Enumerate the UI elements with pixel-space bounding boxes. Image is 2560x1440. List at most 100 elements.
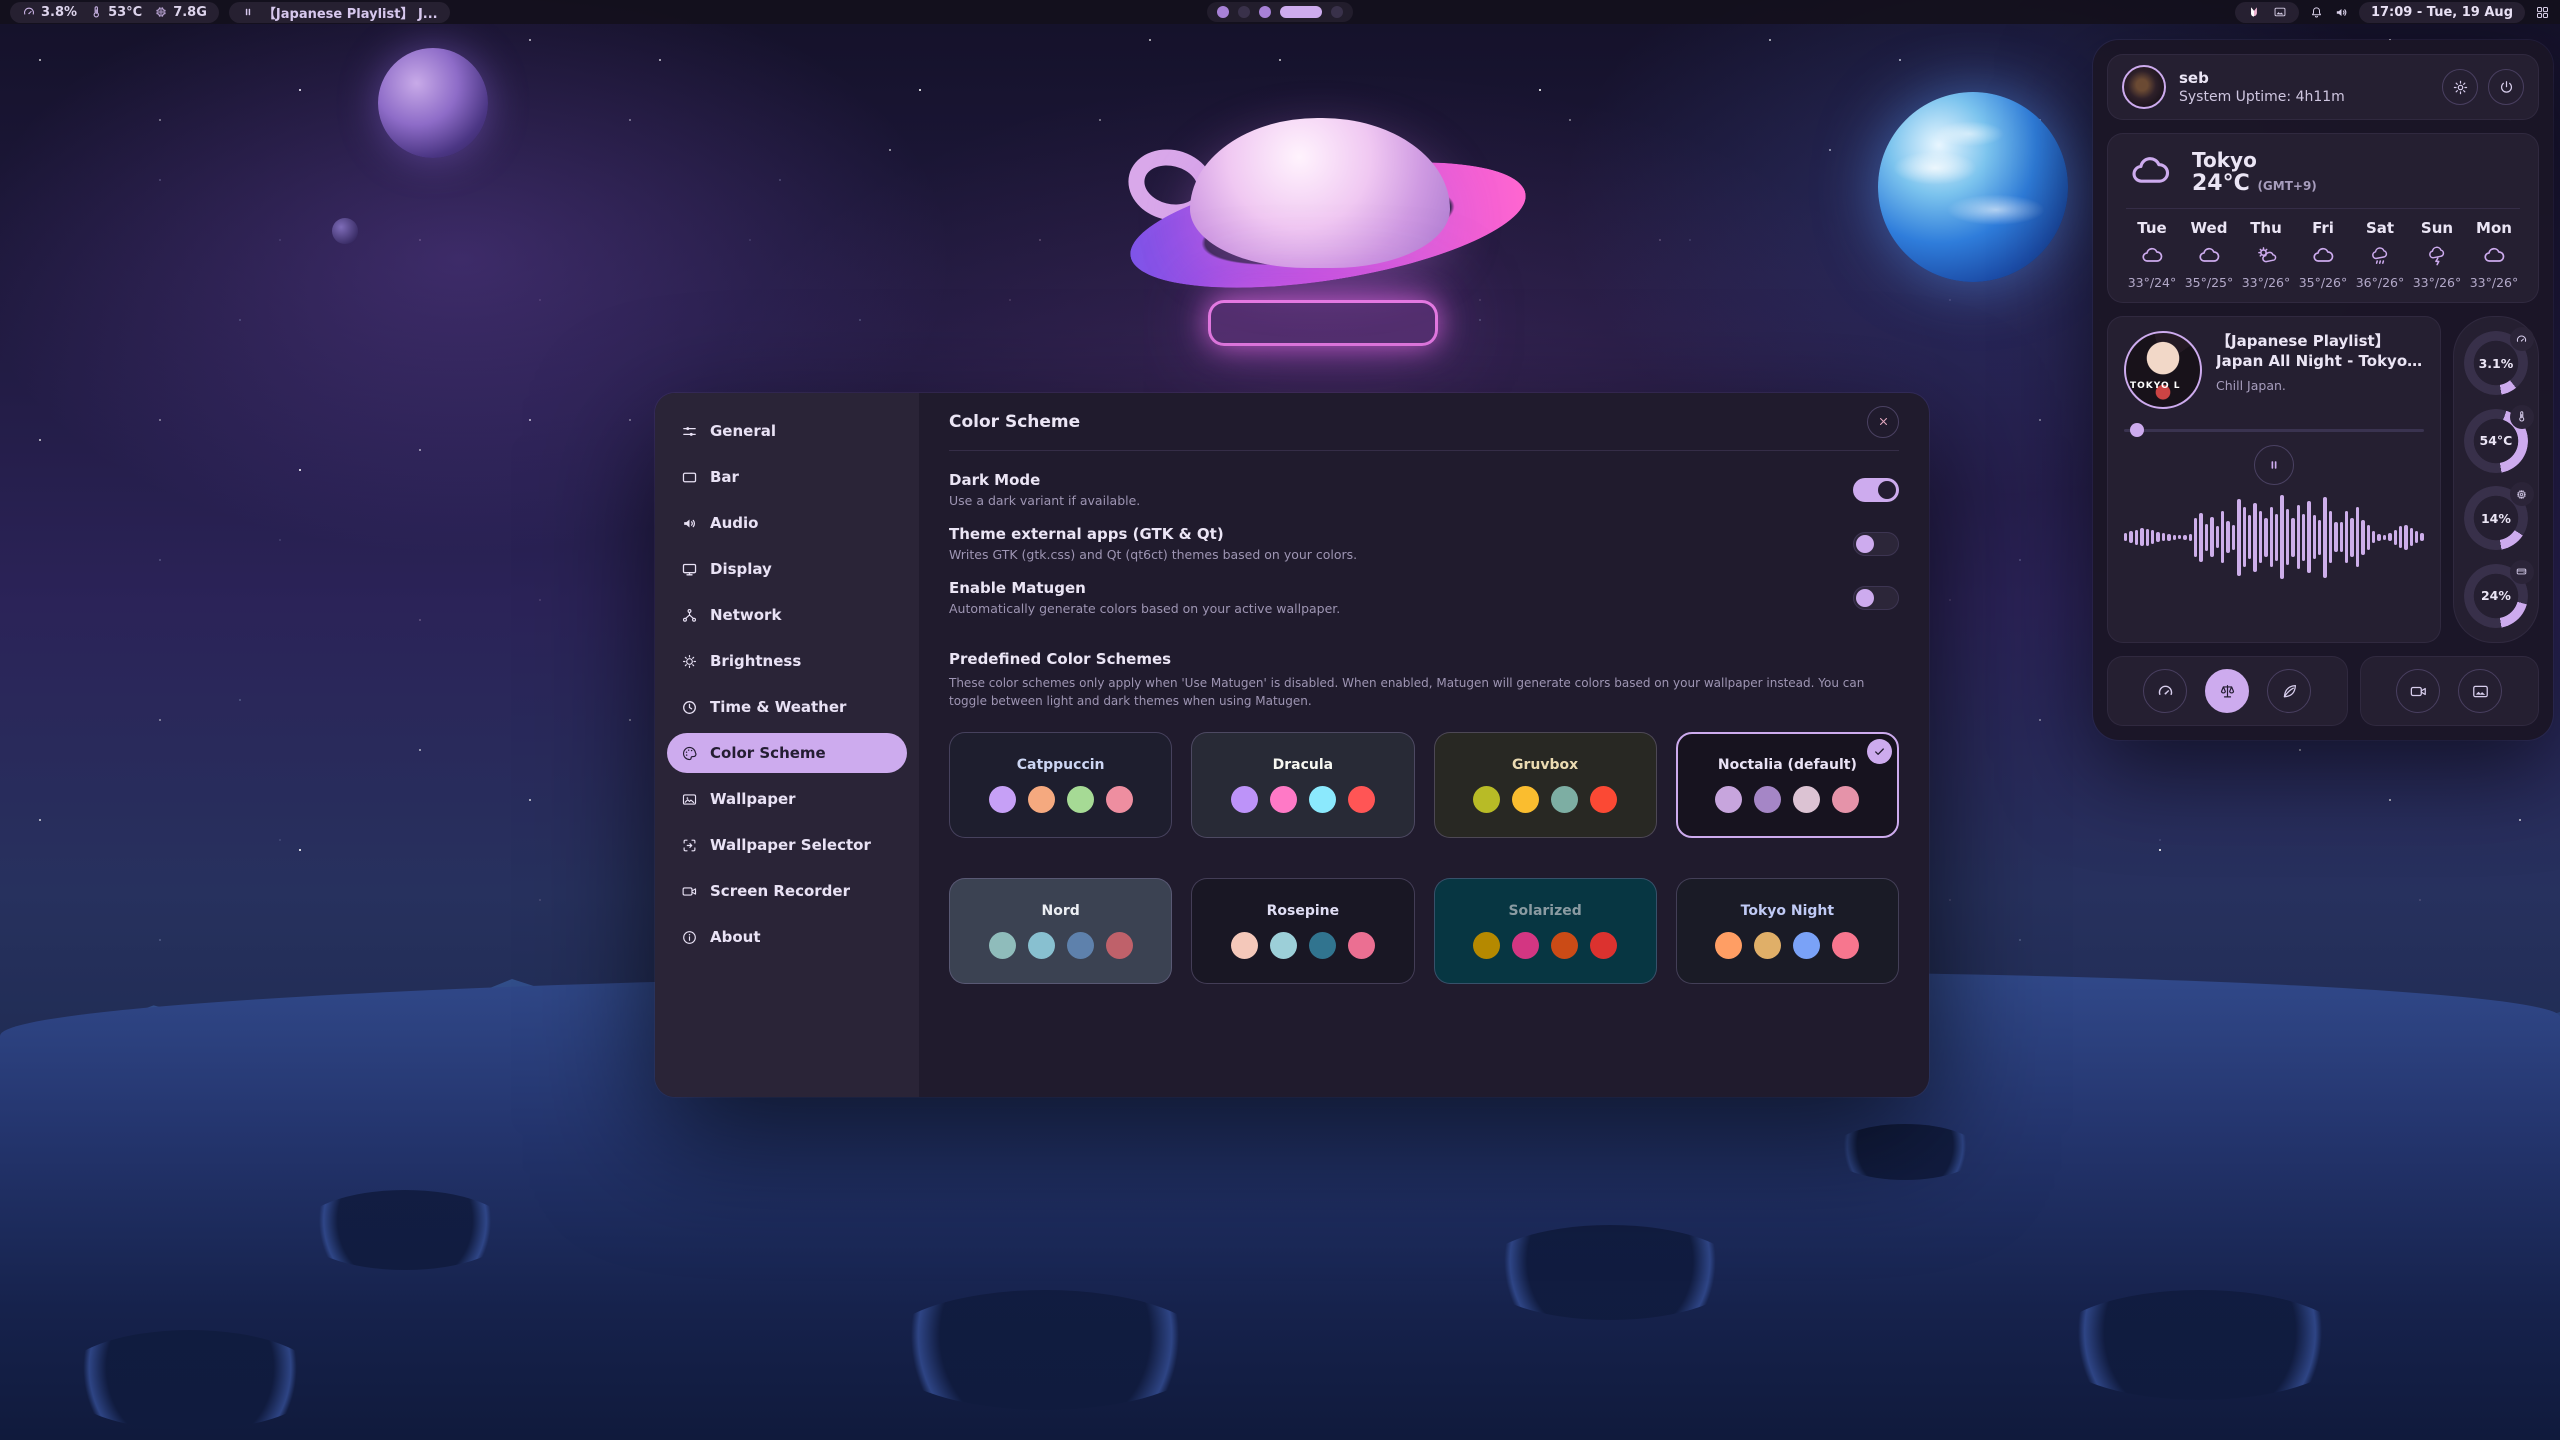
image-swap-icon: [681, 837, 698, 854]
scheme-card-nord[interactable]: Nord: [949, 878, 1172, 984]
dark-mode-toggle[interactable]: [1853, 478, 1899, 502]
forecast-day: Sat36°/26°: [2354, 219, 2406, 290]
sidebar-item-wallpaper-selector[interactable]: Wallpaper Selector: [667, 825, 907, 865]
disk-icon: [2510, 560, 2534, 584]
viz-bar: [2377, 534, 2380, 541]
sidebar-item-label: Wallpaper: [710, 790, 796, 808]
sidebar-item-audio[interactable]: Audio: [667, 503, 907, 543]
sidebar-item-network[interactable]: Network: [667, 595, 907, 635]
crater: [1830, 1124, 1980, 1180]
settings-button[interactable]: [2442, 69, 2478, 105]
sidebar-item-color-scheme[interactable]: Color Scheme: [667, 733, 907, 773]
viz-bar: [2226, 521, 2229, 553]
enable-matugen-toggle[interactable]: [1853, 586, 1899, 610]
theme-external-apps-toggle[interactable]: [1853, 532, 1899, 556]
info-icon: [681, 929, 698, 946]
color-swatch: [1028, 786, 1055, 813]
forecast-temps: 35°/26°: [2299, 275, 2348, 290]
viz-bar: [2210, 517, 2213, 557]
earth-clouds: [1878, 92, 2068, 282]
clock-pill[interactable]: 17:09 - Tue, 19 Aug: [2359, 2, 2525, 23]
media-progress-slider[interactable]: [2124, 423, 2424, 437]
viz-bar: [2151, 530, 2154, 543]
apps-grid-icon[interactable]: [2535, 5, 2550, 20]
sidebar-item-time-weather[interactable]: Time & Weather: [667, 687, 907, 727]
workspace-1[interactable]: [1217, 6, 1229, 18]
sidebar-item-display[interactable]: Display: [667, 549, 907, 589]
progress-handle[interactable]: [2130, 423, 2144, 437]
crater: [60, 1330, 320, 1430]
viz-bar: [2383, 535, 2386, 540]
color-swatch: [1590, 786, 1617, 813]
clock-label: 17:09 - Tue, 19 Aug: [2371, 5, 2513, 20]
viz-bar: [2146, 529, 2149, 546]
workspace-indicator[interactable]: [1207, 2, 1353, 22]
toggle-description: Use a dark variant if available.: [949, 493, 1140, 508]
power-saver-button[interactable]: [2267, 669, 2311, 713]
viz-bar: [2178, 535, 2181, 539]
media-title: 【Japanese Playlist】 Japan All Night - To…: [2216, 331, 2424, 372]
toggle-description: Writes GTK (gtk.css) and Qt (qt6ct) them…: [949, 547, 1357, 562]
settings-content: Color Scheme Dark ModeUse a dark variant…: [919, 393, 1929, 1097]
wallpaper-button[interactable]: [2458, 669, 2502, 713]
sidebar-item-wallpaper[interactable]: Wallpaper: [667, 779, 907, 819]
color-swatch: [1793, 932, 1820, 959]
bell-icon[interactable]: [2309, 5, 2324, 20]
scheme-swatches: [1715, 932, 1859, 959]
scheme-card-solarized[interactable]: Solarized: [1434, 878, 1657, 984]
color-swatch: [1270, 932, 1297, 959]
tray-app-icon[interactable]: [2247, 5, 2261, 19]
system-stats-pill[interactable]: 3.8%53°C7.8G: [10, 2, 219, 23]
viz-bar: [2313, 515, 2316, 559]
video-icon: [681, 883, 698, 900]
sidebar-item-general[interactable]: General: [667, 411, 907, 451]
scheme-card-dracula[interactable]: Dracula: [1191, 732, 1414, 838]
purple-planet: [378, 48, 488, 158]
balanced-button[interactable]: [2205, 669, 2249, 713]
performance-button[interactable]: [2143, 669, 2187, 713]
settings-sidebar: General Bar Audio Display Network Brightness T…: [655, 393, 919, 1097]
viz-bar: [2356, 507, 2359, 567]
screen-recorder-button[interactable]: [2396, 669, 2440, 713]
scheme-card-rosepine[interactable]: Rosepine: [1191, 878, 1414, 984]
workspace-2[interactable]: [1238, 6, 1250, 18]
system-tray-pill[interactable]: [2235, 2, 2299, 23]
workspace-3[interactable]: [1259, 6, 1271, 18]
sidebar-item-about[interactable]: About: [667, 917, 907, 957]
viz-bar: [2307, 501, 2310, 573]
forecast-day-name: Sun: [2421, 219, 2453, 237]
avatar: [2122, 65, 2166, 109]
thermometer-icon: [2510, 405, 2534, 429]
wallpaper-icon[interactable]: [2273, 5, 2287, 19]
viz-bar: [2323, 497, 2326, 578]
gauge-disk: 24%: [2464, 564, 2528, 628]
volume-icon[interactable]: [2334, 5, 2349, 20]
toggle-knob: [1856, 589, 1874, 607]
workspace-4-active[interactable]: [1280, 6, 1322, 18]
pause-icon: [2266, 457, 2282, 473]
system-stat: 7.8G: [154, 5, 207, 20]
power-button[interactable]: [2488, 69, 2524, 105]
close-button[interactable]: [1867, 406, 1899, 438]
scheme-card-tokyo-night[interactable]: Tokyo Night: [1676, 878, 1899, 984]
system-stat: 53°C: [89, 5, 142, 20]
scheme-card-gruvbox[interactable]: Gruvbox: [1434, 732, 1657, 838]
scheme-swatches: [1231, 932, 1375, 959]
weather-temp: 24°C: [2192, 171, 2250, 196]
viz-bar: [2264, 518, 2267, 557]
sidebar-item-bar[interactable]: Bar: [667, 457, 907, 497]
weather-card: Tokyo 24°C (GMT+9) Tue33°/24°Wed35°/25°T…: [2107, 133, 2539, 303]
scheme-card-catppuccin[interactable]: Catppuccin: [949, 732, 1172, 838]
color-swatch: [1348, 786, 1375, 813]
workspace-5[interactable]: [1331, 6, 1343, 18]
forecast-day-name: Tue: [2137, 219, 2166, 237]
play-pause-button[interactable]: [2254, 445, 2294, 485]
sidebar-item-brightness[interactable]: Brightness: [667, 641, 907, 681]
scheme-card-noctalia[interactable]: Noctalia (default): [1676, 732, 1899, 838]
viz-bar: [2259, 511, 2262, 563]
cloud-icon: [2310, 244, 2337, 268]
forecast-row: Tue33°/24°Wed35°/25°Thu33°/26°Fri35°/26°…: [2126, 219, 2520, 290]
topbar-media-pill[interactable]: 【Japanese Playlist】 J...: [229, 2, 450, 23]
sidebar-item-screen-recorder[interactable]: Screen Recorder: [667, 871, 907, 911]
forecast-temps: 33°/26°: [2470, 275, 2519, 290]
